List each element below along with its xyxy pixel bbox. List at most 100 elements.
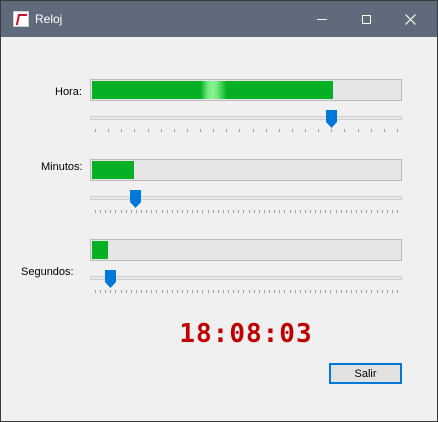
slider-tick bbox=[305, 129, 306, 132]
slider-tick bbox=[366, 210, 367, 213]
slider-tick bbox=[300, 210, 301, 213]
slider-tick bbox=[162, 290, 163, 293]
maximize-icon bbox=[361, 14, 371, 24]
slider-tick bbox=[182, 290, 183, 293]
slider-tick bbox=[202, 290, 203, 293]
slider-tick bbox=[228, 210, 229, 213]
slider-tick bbox=[126, 290, 127, 293]
slider-tick bbox=[108, 129, 109, 132]
slider-tick bbox=[254, 210, 255, 213]
slider-tick bbox=[161, 129, 162, 132]
slider-tick bbox=[156, 290, 157, 293]
slider-tick bbox=[290, 290, 291, 293]
slider-tick bbox=[346, 290, 347, 293]
slider-tick bbox=[218, 210, 219, 213]
slider-tick bbox=[238, 290, 239, 293]
slider-tick bbox=[366, 290, 367, 293]
close-button[interactable] bbox=[387, 1, 433, 37]
slider-tick bbox=[384, 129, 385, 132]
slider-tick bbox=[187, 210, 188, 213]
slider-tick bbox=[131, 210, 132, 213]
slider-tick bbox=[382, 290, 383, 293]
slider-tick bbox=[344, 129, 345, 132]
seconds-slider-thumb[interactable] bbox=[105, 270, 116, 288]
slider-tick bbox=[377, 290, 378, 293]
slider-tick bbox=[95, 129, 96, 132]
slider-tick bbox=[243, 290, 244, 293]
minutes-slider-thumb[interactable] bbox=[130, 190, 141, 208]
slider-tick bbox=[223, 290, 224, 293]
slider-tick bbox=[269, 290, 270, 293]
seconds-progress-bar bbox=[90, 239, 402, 261]
slider-tick bbox=[330, 210, 331, 213]
slider-tick bbox=[377, 210, 378, 213]
slider-tick bbox=[233, 210, 234, 213]
hour-slider-ticks bbox=[95, 129, 398, 133]
hour-slider-thumb[interactable] bbox=[326, 110, 337, 128]
slider-tick bbox=[325, 290, 326, 293]
slider-tick bbox=[95, 290, 96, 293]
slider-tick bbox=[233, 290, 234, 293]
slider-tick bbox=[105, 290, 106, 293]
slider-tick bbox=[218, 290, 219, 293]
slider-tick bbox=[187, 290, 188, 293]
slider-tick bbox=[274, 210, 275, 213]
time-display: 18:08:03 bbox=[179, 319, 313, 349]
seconds-slider-track[interactable] bbox=[90, 276, 402, 280]
slider-tick bbox=[305, 210, 306, 213]
maximize-button[interactable] bbox=[343, 1, 389, 37]
slider-tick bbox=[187, 129, 188, 132]
title-bar[interactable]: Reloj bbox=[1, 1, 437, 37]
minimize-button[interactable] bbox=[299, 1, 345, 37]
slider-tick bbox=[341, 290, 342, 293]
slider-tick bbox=[192, 290, 193, 293]
slider-tick bbox=[259, 210, 260, 213]
slider-tick bbox=[325, 210, 326, 213]
slider-tick bbox=[213, 129, 214, 132]
slider-tick bbox=[279, 290, 280, 293]
seconds-progress-fill bbox=[92, 241, 108, 259]
minimize-icon bbox=[317, 18, 327, 20]
close-icon bbox=[404, 13, 416, 25]
slider-tick bbox=[141, 210, 142, 213]
slider-tick bbox=[253, 129, 254, 132]
slider-tick bbox=[239, 129, 240, 132]
slider-tick bbox=[243, 210, 244, 213]
slider-tick bbox=[126, 210, 127, 213]
slider-tick bbox=[305, 290, 306, 293]
slider-tick bbox=[397, 210, 398, 213]
hour-label: Hora: bbox=[55, 86, 82, 98]
slider-tick bbox=[300, 290, 301, 293]
slider-tick bbox=[279, 210, 280, 213]
slider-tick bbox=[371, 129, 372, 132]
slider-tick bbox=[290, 210, 291, 213]
slider-tick bbox=[100, 290, 101, 293]
slider-tick bbox=[392, 290, 393, 293]
slider-tick bbox=[264, 210, 265, 213]
slider-tick bbox=[100, 210, 101, 213]
app-icon bbox=[13, 11, 29, 27]
slider-tick bbox=[105, 210, 106, 213]
slider-tick bbox=[371, 290, 372, 293]
slider-tick bbox=[192, 210, 193, 213]
slider-tick bbox=[121, 129, 122, 132]
slider-tick bbox=[167, 290, 168, 293]
slider-tick bbox=[177, 210, 178, 213]
slider-tick bbox=[208, 210, 209, 213]
seconds-label: Segundos: bbox=[21, 266, 74, 278]
slider-tick bbox=[318, 129, 319, 132]
slider-tick bbox=[310, 290, 311, 293]
slider-tick bbox=[110, 290, 111, 293]
slider-tick bbox=[121, 290, 122, 293]
hour-slider-track[interactable] bbox=[90, 116, 402, 120]
slider-tick bbox=[346, 210, 347, 213]
slider-tick bbox=[223, 210, 224, 213]
slider-tick bbox=[202, 210, 203, 213]
slider-tick bbox=[341, 210, 342, 213]
exit-button[interactable]: Salir bbox=[329, 363, 402, 384]
slider-tick bbox=[200, 129, 201, 132]
slider-tick bbox=[136, 290, 137, 293]
slider-tick bbox=[115, 210, 116, 213]
slider-tick bbox=[331, 129, 332, 132]
slider-tick bbox=[310, 210, 311, 213]
